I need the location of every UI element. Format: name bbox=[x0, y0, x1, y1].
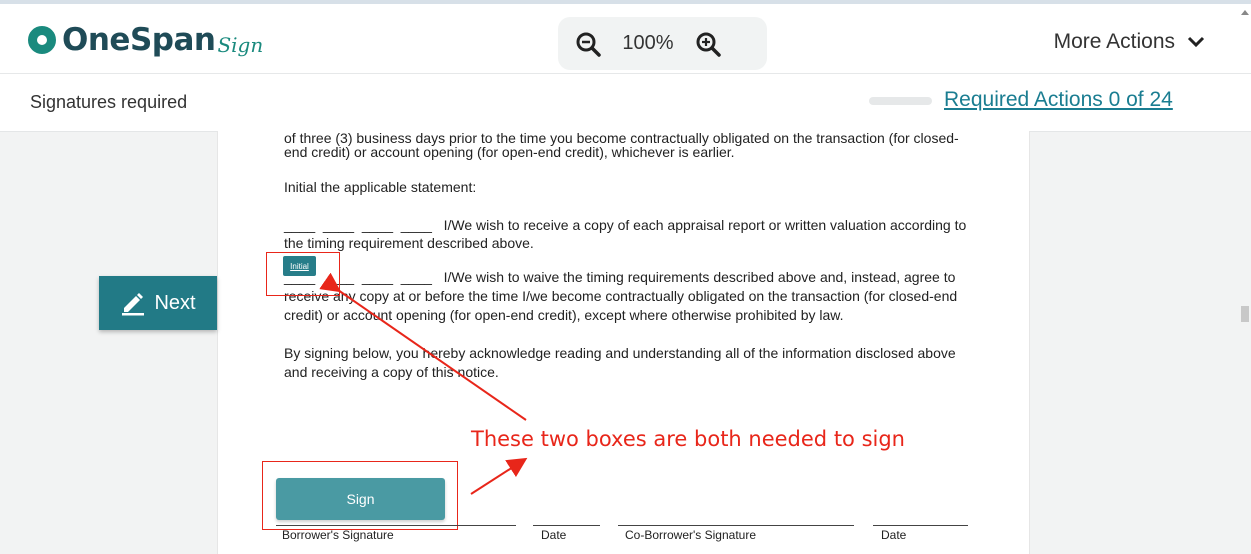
signature-line bbox=[276, 525, 516, 526]
scroll-thumb[interactable] bbox=[1241, 306, 1249, 322]
arrow-to-sign bbox=[470, 457, 528, 495]
annotation-arrows bbox=[319, 272, 528, 495]
date-label: Date bbox=[881, 528, 907, 542]
arrow-to-initial bbox=[319, 272, 527, 421]
signature-line bbox=[873, 525, 968, 526]
borrower-signature-label: Borrower's Signature bbox=[282, 528, 394, 542]
signature-line bbox=[618, 525, 854, 526]
vertical-scrollbar[interactable] bbox=[1239, 4, 1251, 554]
date-label: Date bbox=[541, 528, 567, 542]
annotation-text: These two boxes are both needed to sign bbox=[471, 427, 905, 451]
co-borrower-signature-label: Co-Borrower's Signature bbox=[625, 528, 757, 542]
scroll-up-icon[interactable] bbox=[1241, 10, 1249, 15]
signature-line bbox=[533, 525, 600, 526]
